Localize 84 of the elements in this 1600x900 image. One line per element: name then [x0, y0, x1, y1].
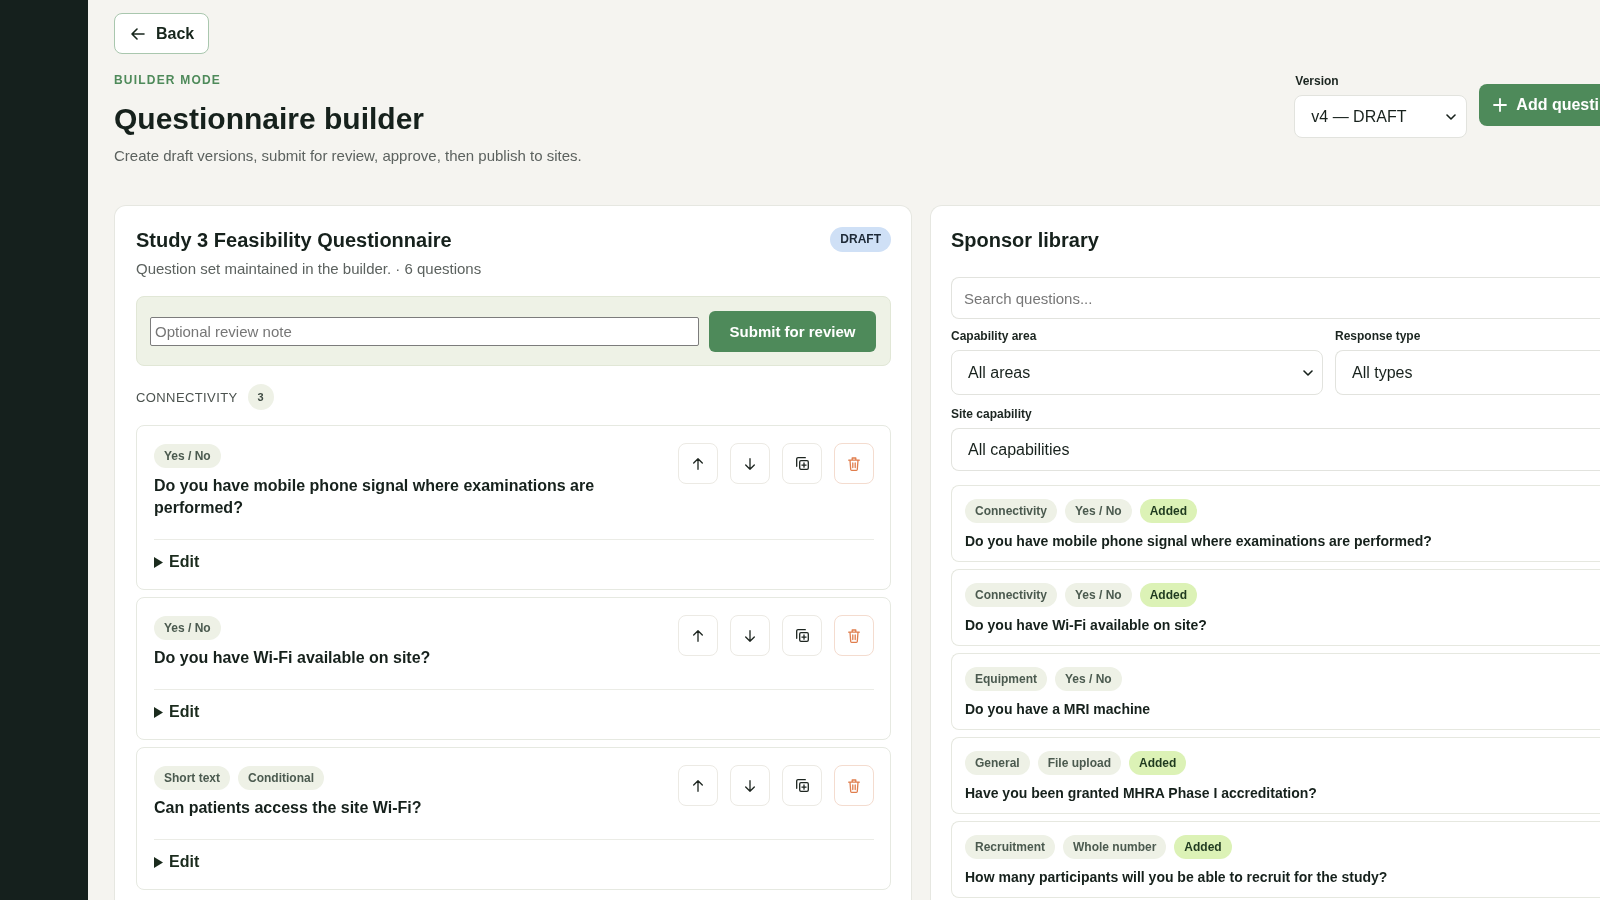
type-tag: Whole number — [1063, 835, 1167, 859]
question-text: How many participants will you be able to recruit for the study? — [965, 868, 1389, 886]
type-tag: Yes / No — [1065, 499, 1132, 523]
submit-review-button[interactable]: Submit for review — [709, 310, 876, 352]
library-item[interactable]: Connectivity Yes / No Added Do you have mobile phone signal where examinations are performed? — [951, 485, 1600, 562]
duplicate-button[interactable] — [782, 615, 822, 656]
copy-icon — [795, 779, 809, 792]
version-select[interactable]: v4 — DRAFT — [1294, 95, 1468, 138]
caret-icon — [154, 556, 163, 568]
question-text: Do you have a MRI machine — [965, 700, 1152, 718]
question-text: Do you have mobile phone signal where examinations are performed? — [965, 532, 1433, 550]
trash-icon — [848, 456, 860, 471]
arrow-up-icon — [693, 457, 703, 470]
review-note-field[interactable]: Optional review note — [150, 316, 699, 346]
edit-toggle[interactable]: Edit — [154, 701, 200, 723]
type-tag: Short text — [154, 766, 230, 790]
chevron-down-icon — [1303, 369, 1313, 376]
question-text: Can patients access the site Wi-Fi? — [154, 798, 423, 818]
questionnaire-subtitle: Question set maintained in the builder. · 6 questions — [136, 259, 483, 279]
area-tag: Equipment — [965, 667, 1047, 691]
added-tag: Added — [1174, 835, 1232, 859]
mode-label: BUILDER MODE — [114, 73, 222, 87]
move-up-button[interactable] — [678, 765, 718, 806]
search-field[interactable]: Search questions... — [951, 277, 1600, 319]
move-down-button[interactable] — [730, 765, 770, 806]
arrow-down-icon — [745, 629, 755, 642]
copy-icon — [795, 629, 809, 642]
type-tag: Conditional — [238, 766, 324, 790]
duplicate-button[interactable] — [782, 443, 822, 484]
added-tag: Added — [1129, 751, 1187, 775]
library-item[interactable]: Equipment Yes / No Do you have a MRI machine — [951, 653, 1600, 730]
arrow-up-icon — [693, 629, 703, 642]
question-text: Do you have mobile phone signal where examinations are performed? — [154, 476, 596, 518]
edit-toggle[interactable]: Edit — [154, 851, 200, 873]
move-down-button[interactable] — [730, 615, 770, 656]
arrow-up-icon — [693, 779, 703, 792]
copy-icon — [795, 457, 809, 470]
trash-icon — [848, 778, 860, 793]
plus-icon — [1493, 98, 1508, 112]
caret-icon — [154, 856, 163, 868]
area-tag: Recruitment — [965, 835, 1055, 859]
trash-icon — [848, 628, 860, 643]
question-text: Do you have Wi-Fi available on site? — [154, 648, 432, 668]
type-tag: Yes / No — [1065, 583, 1132, 607]
back-button[interactable]: Back — [114, 13, 210, 54]
library-item[interactable]: Recruitment Whole number Added How many participants will you be able to recruit for the study? — [951, 821, 1600, 898]
library-item[interactable]: Connectivity Yes / No Added Do you have Wi-Fi available on site? — [951, 569, 1600, 646]
library-item[interactable]: General File upload Added Have you been granted MHRA Phase I accreditation? — [951, 737, 1600, 814]
area-tag: Connectivity — [965, 499, 1057, 523]
section-heading: CONNECTIVITY — [136, 389, 238, 405]
add-question-button[interactable]: Add questi — [1479, 84, 1600, 126]
page-title: Questionnaire builder — [114, 101, 425, 137]
back-arrow-icon — [131, 27, 145, 40]
filter-select[interactable]: All capabilities — [951, 428, 1600, 471]
type-tag: File upload — [1037, 751, 1122, 775]
type-tag: Yes / No — [154, 616, 221, 640]
filter-label: Response type — [1335, 328, 1422, 344]
filter-label: Site capability — [951, 406, 1033, 422]
type-tag: Yes / No — [154, 444, 221, 468]
edit-toggle[interactable]: Edit — [154, 551, 200, 573]
questionnaire-title: Study 3 Feasibility Questionnaire — [136, 228, 452, 253]
area-tag: Connectivity — [965, 583, 1057, 607]
move-up-button[interactable] — [678, 615, 718, 656]
move-down-button[interactable] — [730, 443, 770, 484]
status-badge: DRAFT — [830, 227, 891, 252]
added-tag: Added — [1139, 499, 1198, 523]
caret-icon — [154, 706, 163, 718]
arrow-down-icon — [745, 779, 755, 792]
move-up-button[interactable] — [678, 443, 718, 484]
page-subtitle: Create draft versions, submit for review, approve, then publish to sites. — [114, 146, 582, 166]
area-tag: General — [965, 751, 1030, 775]
section-count: 3 — [247, 384, 274, 410]
filter-label: Capability area — [951, 328, 1038, 344]
duplicate-button[interactable] — [782, 765, 822, 806]
arrow-down-icon — [745, 457, 755, 470]
filter-select[interactable]: All areas — [951, 350, 1323, 395]
added-tag: Added — [1139, 583, 1198, 607]
library-title: Sponsor library — [951, 228, 1100, 253]
question-text: Have you been granted MHRA Phase I accreditation? — [965, 784, 1318, 802]
type-tag: Yes / No — [1055, 667, 1122, 691]
question-text: Do you have Wi-Fi available on site? — [965, 616, 1208, 634]
chevron-down-icon — [1446, 113, 1457, 120]
version-label: Version — [1295, 73, 1340, 89]
filter-select[interactable]: All types — [1335, 350, 1600, 395]
